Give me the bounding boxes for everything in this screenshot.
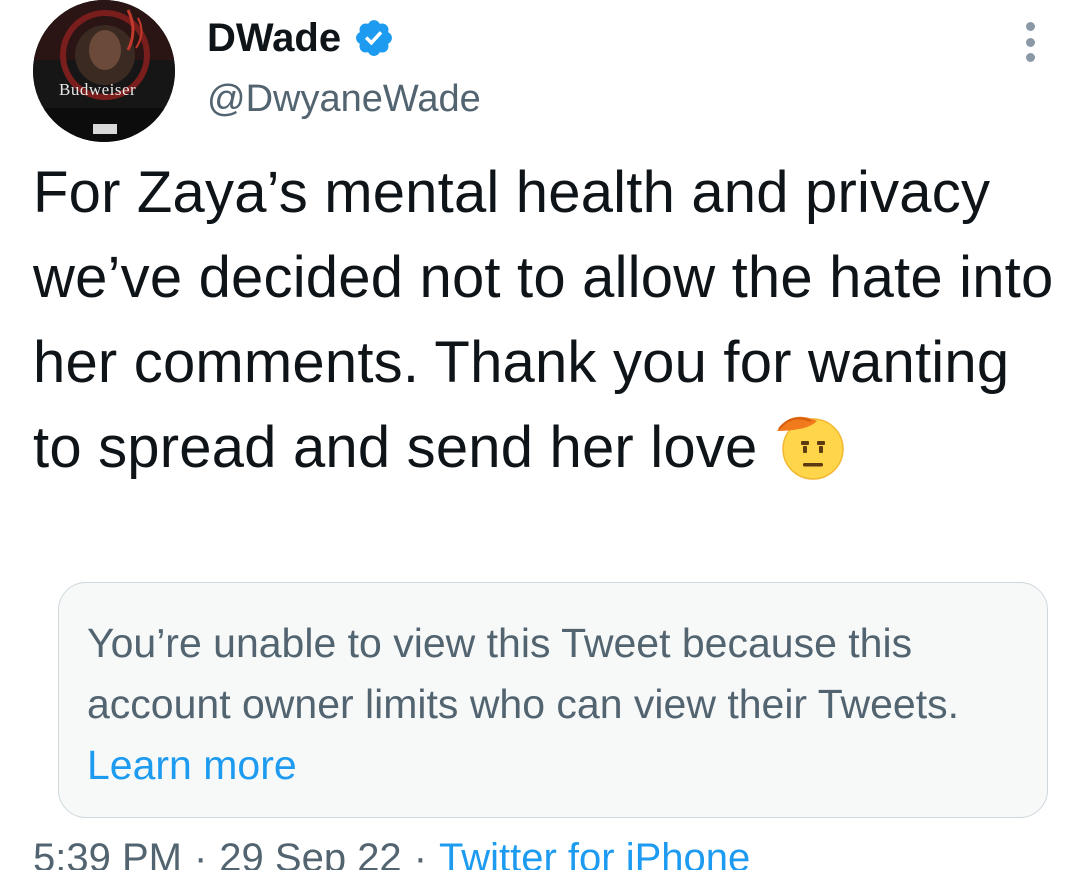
tweet-body: For Zaya’s mental health and privacy we’… [33, 160, 1054, 480]
tweet-date[interactable]: 29 Sep 22 [219, 836, 401, 870]
avatar[interactable]: Budweiser [33, 0, 175, 142]
meta-separator: · [193, 836, 208, 870]
quoted-tweet-unavailable-notice: You’re unable to view this Tweet because… [58, 582, 1048, 818]
avatar-image [33, 0, 175, 142]
verified-badge-icon [356, 20, 393, 56]
notice-message: You’re unable to view this Tweet because… [87, 620, 960, 727]
learn-more-link[interactable]: Learn more [87, 742, 297, 788]
more-dots-icon[interactable] [1020, 22, 1040, 62]
more-dot [1025, 22, 1035, 31]
tweet-time[interactable]: 5:39 PM [33, 836, 182, 870]
user-handle[interactable]: @DwyaneWade [207, 78, 481, 121]
tweet-header: DWade @DwyaneWade [207, 12, 481, 121]
tweet-meta: 5:39 PM · 29 Sep 22 · Twitter for iPhone [33, 836, 750, 870]
more-dot [1025, 53, 1035, 62]
tweet-text: For Zaya’s mental health and privacy we’… [33, 150, 1063, 490]
saluting-face-emoji [777, 416, 845, 480]
more-dot [1025, 37, 1035, 47]
tweet-card: Budweiser DWade @DwyaneWade For Zaya’s m… [0, 0, 1080, 870]
avatar-logo-text: Budweiser [59, 80, 137, 99]
name-row: DWade [207, 12, 481, 64]
tweet-source-link[interactable]: Twitter for iPhone [439, 836, 750, 870]
meta-separator: · [413, 836, 428, 870]
display-name[interactable]: DWade [207, 16, 341, 61]
